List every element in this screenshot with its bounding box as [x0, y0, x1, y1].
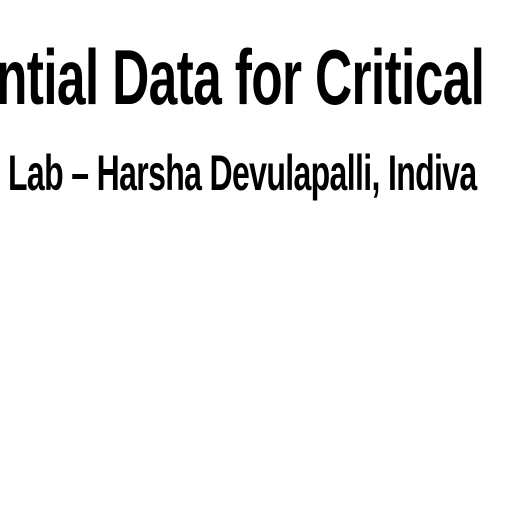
presentation-slide: ntial Data for Critical Lab – Harsha Dev… [0, 0, 512, 512]
slide-subtitle: Lab – Harsha Devulapalli, Indiva [8, 145, 477, 201]
slide-title: ntial Data for Critical [0, 33, 485, 121]
